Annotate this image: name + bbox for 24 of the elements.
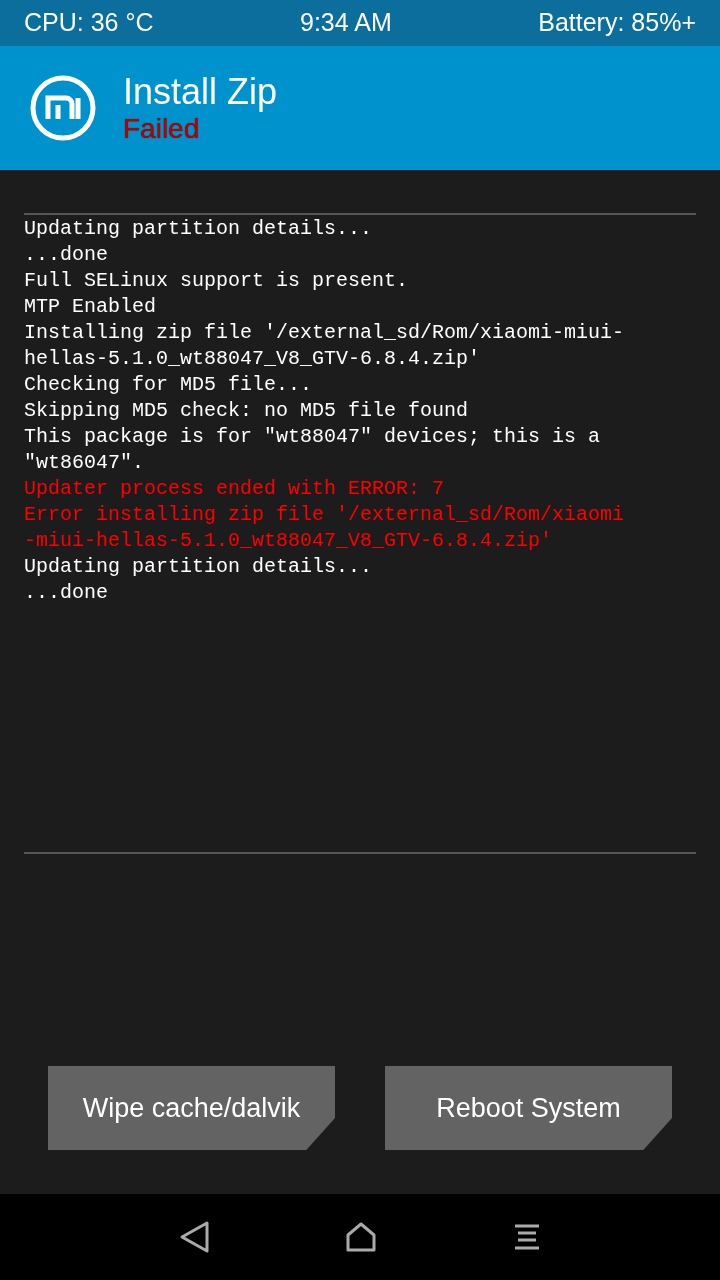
- home-icon[interactable]: [345, 1221, 377, 1253]
- console-line: This package is for "wt88047" devices; this is a: [24, 424, 602, 450]
- logo-icon: [30, 75, 96, 141]
- cpu-temperature: CPU: 36 °C: [24, 7, 154, 39]
- console-line: Updating partition details...: [24, 554, 374, 580]
- console-line: Updating partition details...: [24, 216, 374, 242]
- console-line: Installing zip file '/external_sd/Rom/xiaomi-miui-: [24, 320, 626, 346]
- action-button[interactable]: Reboot System: [385, 1066, 672, 1150]
- console-line: Full SELinux support is present.: [24, 268, 410, 294]
- install-status: Failed: [123, 113, 201, 145]
- console-line: Checking for MD5 file...: [24, 372, 314, 398]
- console-line: ...done: [24, 242, 109, 268]
- console-line: MTP Enabled: [24, 294, 158, 320]
- console-line: Skipping MD5 check: no MD5 file found: [24, 398, 470, 424]
- console-line: -miui-hellas-5.1.0_wt88047_V8_GTV-6.8.4.zip': [24, 528, 554, 554]
- console-line: ...done: [24, 580, 109, 606]
- page-title: Install Zip: [123, 71, 278, 113]
- console-line: hellas-5.1.0_wt88047_V8_GTV-6.8.4.zip': [24, 346, 482, 372]
- console-line: "wt86047".: [24, 450, 146, 476]
- console-line: Updater process ended with ERROR: 7: [24, 476, 446, 502]
- clock: 9:34 AM: [300, 7, 392, 39]
- battery-level: Battery: 85%+: [538, 7, 696, 39]
- action-button[interactable]: Wipe cache/dalvik: [48, 1066, 335, 1150]
- console-line: Error installing zip file '/external_sd/Rom/xiaomi: [24, 502, 626, 528]
